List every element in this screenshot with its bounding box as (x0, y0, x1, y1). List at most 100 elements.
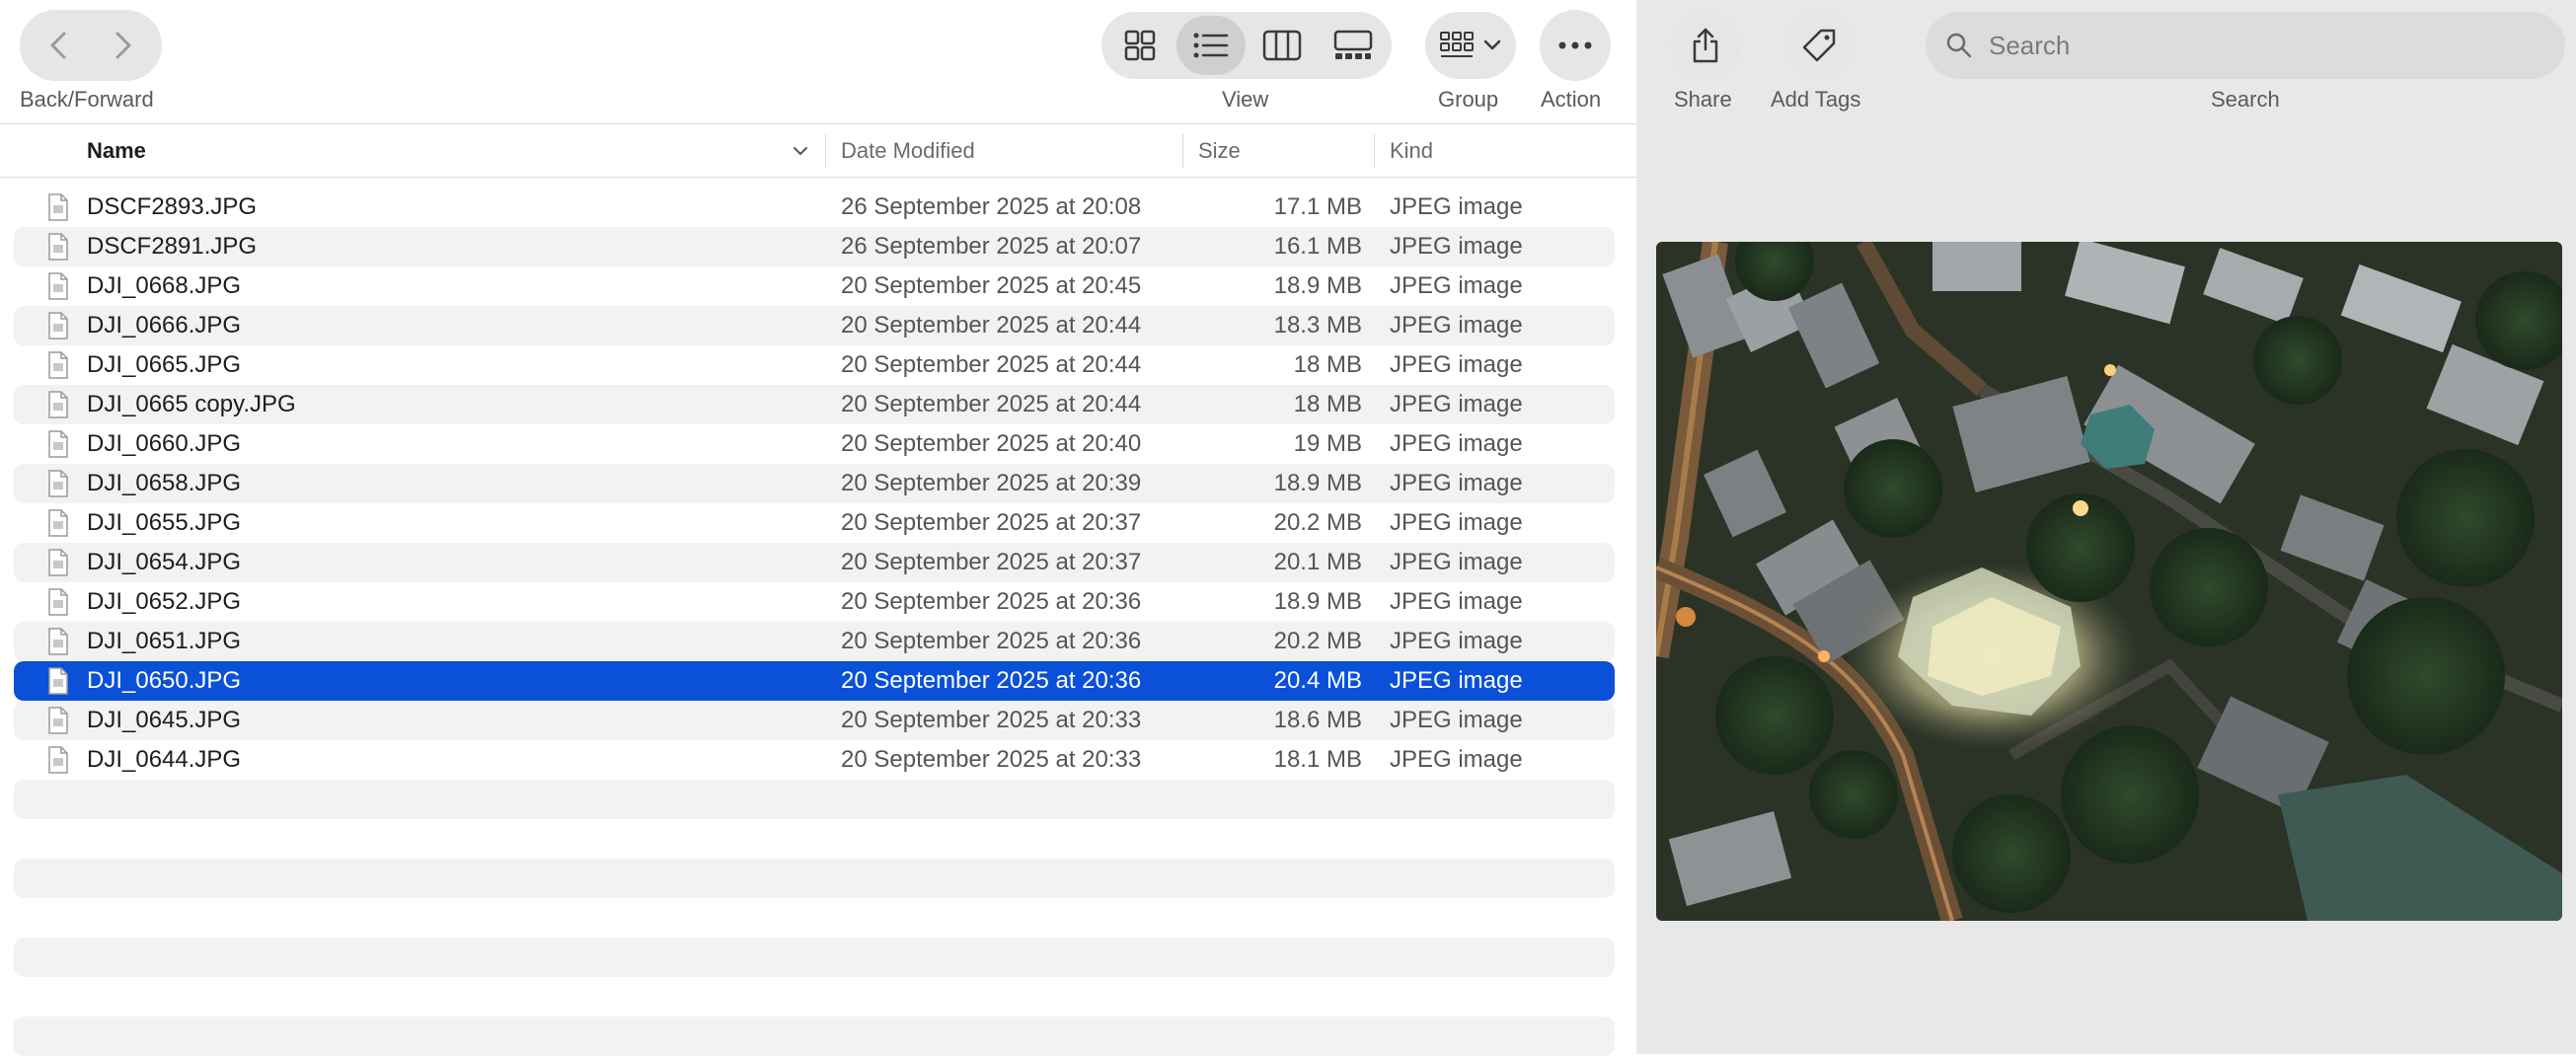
file-row[interactable]: DJI_0645.JPG 20 September 2025 at 20:33 18… (14, 701, 1615, 740)
file-date-modified: 20 September 2025 at 20:44 (841, 351, 1142, 378)
file-row[interactable]: DJI_0665 copy.JPG 20 September 2025 at 20… (14, 385, 1615, 424)
file-size: 20.2 MB (1273, 509, 1362, 536)
icon-view-button[interactable] (1105, 16, 1174, 75)
file-row[interactable]: DJI_0660.JPG 20 September 2025 at 20:40 19… (14, 424, 1615, 464)
back-forward-label: Back/Forward (20, 87, 154, 112)
column-header-size[interactable]: Size (1198, 124, 1241, 177)
file-kind: JPEG image (1390, 746, 1523, 773)
file-date-modified: 20 September 2025 at 20:37 (841, 549, 1142, 575)
empty-row (14, 938, 1615, 977)
forward-button[interactable] (99, 16, 148, 75)
file-date-modified: 20 September 2025 at 20:44 (841, 391, 1142, 417)
file-kind: JPEG image (1390, 470, 1523, 496)
action-label: Action (1541, 87, 1602, 112)
group-label: Group (1438, 87, 1499, 112)
group-button[interactable] (1425, 12, 1516, 79)
file-row[interactable]: DJI_0658.JPG 20 September 2025 at 20:39 18… (14, 464, 1615, 503)
list-view-button[interactable] (1176, 16, 1246, 75)
column-header: Name Date Modified Size Kind (0, 123, 1636, 178)
jpeg-file-icon (47, 707, 69, 734)
file-date-modified: 20 September 2025 at 20:45 (841, 272, 1142, 299)
file-row[interactable]: DJI_0651.JPG 20 September 2025 at 20:36 20… (14, 622, 1615, 661)
add-tags-button[interactable] (1783, 10, 1855, 81)
empty-row (14, 898, 1615, 938)
sort-chevron-down-icon[interactable] (793, 146, 808, 156)
file-name: DJI_0651.JPG (87, 628, 242, 654)
file-date-modified: 20 September 2025 at 20:39 (841, 470, 1142, 496)
file-kind: JPEG image (1390, 707, 1523, 733)
action-button[interactable] (1540, 10, 1611, 81)
file-name: DJI_0655.JPG (87, 509, 242, 536)
file-date-modified: 20 September 2025 at 20:44 (841, 312, 1142, 339)
file-name: DJI_0652.JPG (87, 588, 242, 615)
jpeg-file-icon (47, 549, 69, 576)
file-kind: JPEG image (1390, 193, 1523, 220)
file-row[interactable]: DJI_0652.JPG 20 September 2025 at 20:36 18… (14, 582, 1615, 622)
file-kind: JPEG image (1390, 312, 1523, 339)
file-row[interactable]: DSCF2891.JPG 26 September 2025 at 20:07 16… (14, 227, 1615, 266)
jpeg-file-icon (47, 509, 69, 537)
jpeg-file-icon (47, 351, 69, 379)
chevron-left-icon (50, 32, 66, 59)
file-row[interactable]: DSCF2893.JPG 26 September 2025 at 20:08 17… (14, 188, 1615, 227)
columns-icon (1262, 30, 1302, 61)
column-divider[interactable] (1374, 134, 1375, 168)
file-row[interactable]: DJI_0644.JPG 20 September 2025 at 20:33 18… (14, 740, 1615, 780)
file-date-modified: 20 September 2025 at 20:36 (841, 588, 1142, 615)
search-input[interactable] (1987, 29, 2543, 62)
column-view-button[interactable] (1248, 16, 1317, 75)
group-grid-icon (1440, 32, 1474, 57)
share-icon (1693, 28, 1718, 63)
file-size: 18 MB (1293, 351, 1362, 378)
file-row[interactable]: DJI_0665.JPG 20 September 2025 at 20:44 18… (14, 345, 1615, 385)
file-date-modified: 20 September 2025 at 20:36 (841, 667, 1142, 694)
file-name: DSCF2893.JPG (87, 193, 258, 220)
file-row[interactable]: DJI_0666.JPG 20 September 2025 at 20:44 18… (14, 306, 1615, 345)
file-date-modified: 26 September 2025 at 20:08 (841, 193, 1142, 220)
file-name: DJI_0654.JPG (87, 549, 242, 575)
jpeg-file-icon (47, 272, 69, 300)
file-name: DJI_0666.JPG (87, 312, 242, 339)
file-name: DJI_0650.JPG (87, 667, 242, 694)
jpeg-file-icon (47, 667, 69, 695)
file-kind: JPEG image (1390, 628, 1523, 654)
file-kind: JPEG image (1390, 430, 1523, 457)
search-field[interactable] (1926, 12, 2565, 79)
file-date-modified: 26 September 2025 at 20:07 (841, 233, 1142, 260)
file-size: 18.9 MB (1273, 470, 1362, 496)
empty-row (14, 1017, 1615, 1056)
jpeg-file-icon (47, 588, 69, 616)
column-divider[interactable] (1182, 134, 1183, 168)
file-kind: JPEG image (1390, 549, 1523, 575)
jpeg-file-icon (47, 391, 69, 418)
file-row[interactable]: DJI_0654.JPG 20 September 2025 at 20:37 20… (14, 543, 1615, 582)
empty-row (14, 977, 1615, 1017)
file-row[interactable]: DJI_0668.JPG 20 September 2025 at 20:45 18… (14, 266, 1615, 306)
file-date-modified: 20 September 2025 at 20:40 (841, 430, 1142, 457)
column-divider[interactable] (825, 134, 826, 168)
column-header-date[interactable]: Date Modified (841, 124, 975, 177)
file-name: DSCF2891.JPG (87, 233, 258, 260)
ellipsis-icon (1558, 41, 1592, 49)
back-forward-control (20, 10, 162, 81)
preview-image (1656, 242, 2562, 921)
file-date-modified: 20 September 2025 at 20:36 (841, 628, 1142, 654)
file-size: 18.9 MB (1273, 272, 1362, 299)
column-header-kind[interactable]: Kind (1390, 124, 1433, 177)
back-button[interactable] (34, 16, 83, 75)
file-kind: JPEG image (1390, 391, 1523, 417)
jpeg-file-icon (47, 470, 69, 497)
file-name: DJI_0644.JPG (87, 746, 242, 773)
share-button[interactable] (1670, 10, 1741, 81)
file-size: 20.1 MB (1273, 549, 1362, 575)
file-row[interactable]: DJI_0650.JPG 20 September 2025 at 20:36 20… (14, 661, 1615, 701)
file-row[interactable]: DJI_0655.JPG 20 September 2025 at 20:37 20… (14, 503, 1615, 543)
jpeg-file-icon (47, 193, 69, 221)
file-size: 19 MB (1293, 430, 1362, 457)
file-kind: JPEG image (1390, 351, 1523, 378)
file-kind: JPEG image (1390, 667, 1523, 694)
file-size: 18.1 MB (1273, 746, 1362, 773)
file-date-modified: 20 September 2025 at 20:33 (841, 746, 1142, 773)
column-header-name[interactable]: Name (87, 124, 146, 177)
gallery-view-button[interactable] (1319, 16, 1388, 75)
